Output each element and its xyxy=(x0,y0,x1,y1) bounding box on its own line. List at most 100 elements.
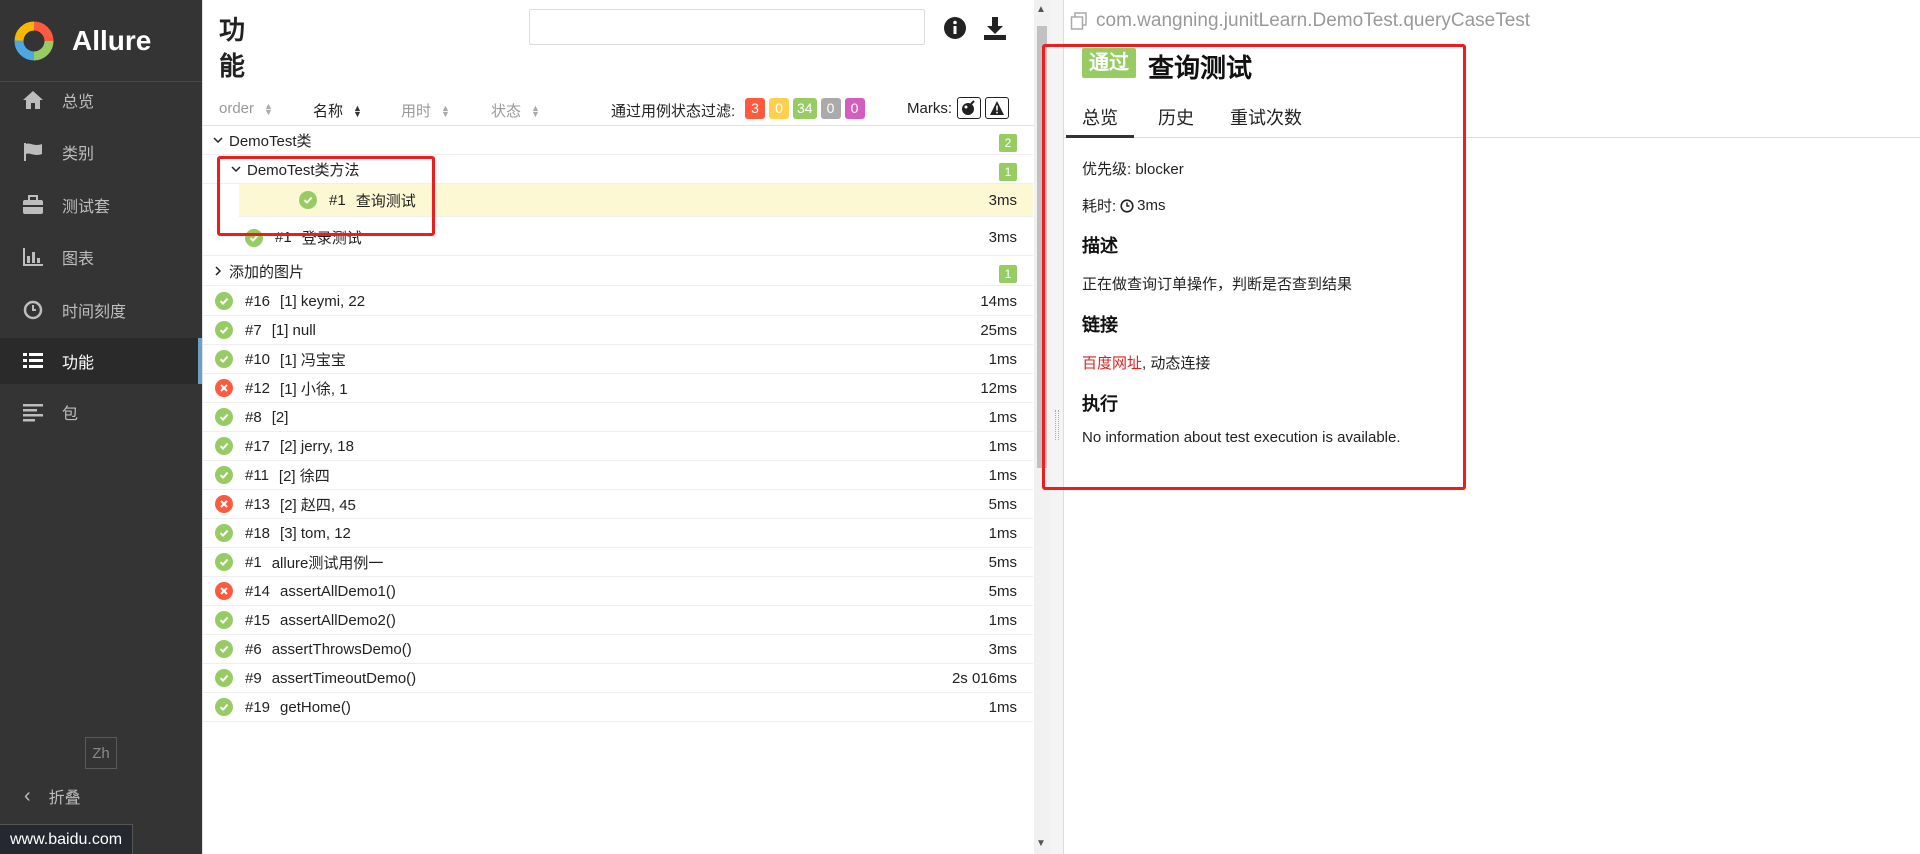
description-heading: 描述 xyxy=(1082,236,1118,256)
sort-bar: order ▲ ▼ 名称 ▲ ▼ 用时 ▲ ▼ 状态 ▲ ▼ 通过用例状态过滤: 303… xyxy=(203,92,1035,126)
sort-arrows-icon: ▲ ▼ xyxy=(353,102,362,119)
search-input[interactable] xyxy=(529,9,925,45)
test-case-row[interactable]: #16 [1] keymi, 22 14ms xyxy=(203,287,1033,316)
test-case-row[interactable]: #1 登录测试 3ms xyxy=(203,220,1033,256)
case-duration: 5ms xyxy=(988,496,1017,513)
test-case-row[interactable]: #10 [1] 冯宝宝 1ms xyxy=(203,345,1033,374)
new-failed-mark-button[interactable] xyxy=(985,97,1009,119)
sidebar-item-5[interactable]: 功能 xyxy=(0,338,202,384)
test-case-row[interactable]: #11 [2] 徐四 1ms xyxy=(203,461,1033,490)
case-name: [2] jerry, 18 xyxy=(280,437,354,455)
test-case-row[interactable]: #9 assertTimeoutDemo() 2s 016ms xyxy=(203,664,1033,693)
tab-retries[interactable]: 重试次数 xyxy=(1214,104,1318,138)
execution-heading: 执行 xyxy=(1082,394,1118,414)
case-order: #9 xyxy=(245,669,262,687)
clock-icon xyxy=(20,298,46,322)
scroll-up-icon[interactable]: ▲ xyxy=(1036,4,1046,15)
sidebar-item-2[interactable]: 测试套 xyxy=(0,182,202,228)
tab-history[interactable]: 历史 xyxy=(1142,104,1210,138)
sidebar-item-0[interactable]: 总览 xyxy=(0,77,202,123)
case-duration: 3ms xyxy=(988,641,1017,658)
passed-status-icon xyxy=(215,553,233,571)
case-name: allure测试用例一 xyxy=(271,554,384,572)
sidebar-item-4[interactable]: 时间刻度 xyxy=(0,287,202,333)
passed-status-icon xyxy=(215,321,233,339)
flaky-mark-button[interactable] xyxy=(957,97,981,119)
status-filter-toggle[interactable]: 0 xyxy=(769,98,789,119)
status-filter-toggle[interactable]: 0 xyxy=(844,98,865,119)
sort-by-duration[interactable]: 用时 ▲ ▼ xyxy=(401,100,450,121)
language-toggle-button[interactable]: Zh xyxy=(85,737,117,769)
passed-status-icon xyxy=(215,350,233,368)
brand[interactable]: Allure xyxy=(0,0,202,82)
sidebar-item-3[interactable]: 图表 xyxy=(0,234,202,280)
tab-overview[interactable]: 总览 xyxy=(1066,104,1134,138)
tree-group-row[interactable]: 添加的图片 1 xyxy=(203,257,1033,286)
sidebar-item-1[interactable]: 类别 xyxy=(0,129,202,175)
sidebar: Allure 总览类别测试套图表时间刻度功能包 Zh ‹ 折叠 xyxy=(0,0,202,854)
case-duration: 1ms xyxy=(988,438,1017,455)
test-case-row[interactable]: #12 [1] 小徐, 1 12ms xyxy=(203,374,1033,403)
detail-tabs: 总览 历史 重试次数 xyxy=(1064,98,1920,138)
sidebar-item-label: 图表 xyxy=(62,251,95,268)
flag-icon xyxy=(20,140,46,164)
case-name: getHome() xyxy=(280,698,351,716)
case-duration: 25ms xyxy=(980,322,1017,339)
case-order: #14 xyxy=(245,582,271,600)
sidebar-item-label: 类别 xyxy=(62,146,95,163)
sort-by-order[interactable]: order ▲ ▼ xyxy=(219,100,273,117)
tree-scrollbar[interactable]: ▲ ▼ xyxy=(1034,0,1050,854)
group-count-badge: 1 xyxy=(999,163,1017,181)
failed-status-icon xyxy=(215,582,233,600)
copy-icon[interactable] xyxy=(1070,12,1088,30)
test-case-row[interactable]: #13 [2] 赵四, 45 5ms xyxy=(203,490,1033,519)
case-order: #1 xyxy=(245,553,262,571)
collapse-button[interactable]: ‹ 折叠 xyxy=(0,780,202,812)
baidu-link[interactable]: 百度网址 xyxy=(1082,355,1142,372)
case-duration: 1ms xyxy=(988,699,1017,716)
status-filter-toggle[interactable]: 0 xyxy=(820,98,841,119)
pane-resize-handle[interactable] xyxy=(1050,0,1064,854)
status-filter-toggle[interactable]: 3 xyxy=(745,98,765,119)
test-case-row[interactable]: #18 [3] tom, 12 1ms xyxy=(203,519,1033,548)
test-full-name: com.wangning.junitLearn.DemoTest.queryCa… xyxy=(1070,10,1530,32)
test-case-row[interactable]: #8 [2] 1ms xyxy=(203,403,1033,432)
case-duration: 5ms xyxy=(988,583,1017,600)
sort-arrows-icon: ▲ ▼ xyxy=(531,102,540,119)
case-order: #12 xyxy=(245,379,271,397)
case-order: #13 xyxy=(245,495,271,513)
full-name-text: com.wangning.junitLearn.DemoTest.queryCa… xyxy=(1096,10,1531,31)
sort-order-label: order xyxy=(219,100,255,117)
download-button[interactable] xyxy=(981,14,1009,42)
test-case-row[interactable]: #19 getHome() 1ms xyxy=(203,693,1033,722)
test-case-row[interactable]: #1 allure测试用例一 5ms xyxy=(203,548,1033,577)
test-case-row[interactable]: #6 assertThrowsDemo() 3ms xyxy=(203,635,1033,664)
link-suffix: , 动态连接 xyxy=(1142,355,1211,372)
case-duration: 1ms xyxy=(988,525,1017,542)
scrollbar-thumb[interactable] xyxy=(1037,26,1047,468)
scroll-down-icon[interactable]: ▼ xyxy=(1036,838,1046,849)
test-case-row[interactable]: #17 [2] jerry, 18 1ms xyxy=(203,432,1033,461)
passed-status-icon xyxy=(215,611,233,629)
status-filter-toggle[interactable]: 34 xyxy=(793,98,817,119)
case-duration: 1ms xyxy=(988,612,1017,629)
case-name: [2] xyxy=(271,408,289,426)
test-case-row[interactable]: #14 assertAllDemo1() 5ms xyxy=(203,577,1033,606)
test-case-row[interactable]: #7 [1] null 25ms xyxy=(203,316,1033,345)
test-case-row[interactable]: #15 assertAllDemo2() 1ms xyxy=(203,606,1033,635)
test-case-row[interactable]: #1 查询测试 3ms xyxy=(239,184,1033,217)
tree-group-row[interactable]: DemoTest类方法 1 xyxy=(203,155,1033,184)
info-button[interactable] xyxy=(941,14,969,42)
sort-by-status[interactable]: 状态 ▲ ▼ xyxy=(491,100,540,121)
sort-status-label: 状态 xyxy=(491,103,522,120)
case-order: #7 xyxy=(245,321,262,339)
tree-group-row[interactable]: DemoTest类 2 xyxy=(203,126,1033,155)
sort-by-name[interactable]: 名称 ▲ ▼ xyxy=(313,100,362,121)
case-name: assertThrowsDemo() xyxy=(271,640,412,658)
clock-icon xyxy=(1120,198,1134,213)
align-left-icon xyxy=(20,400,46,424)
passed-status-icon xyxy=(215,466,233,484)
passed-status-icon xyxy=(215,437,233,455)
case-duration: 1ms xyxy=(988,467,1017,484)
sidebar-item-6[interactable]: 包 xyxy=(0,389,202,435)
